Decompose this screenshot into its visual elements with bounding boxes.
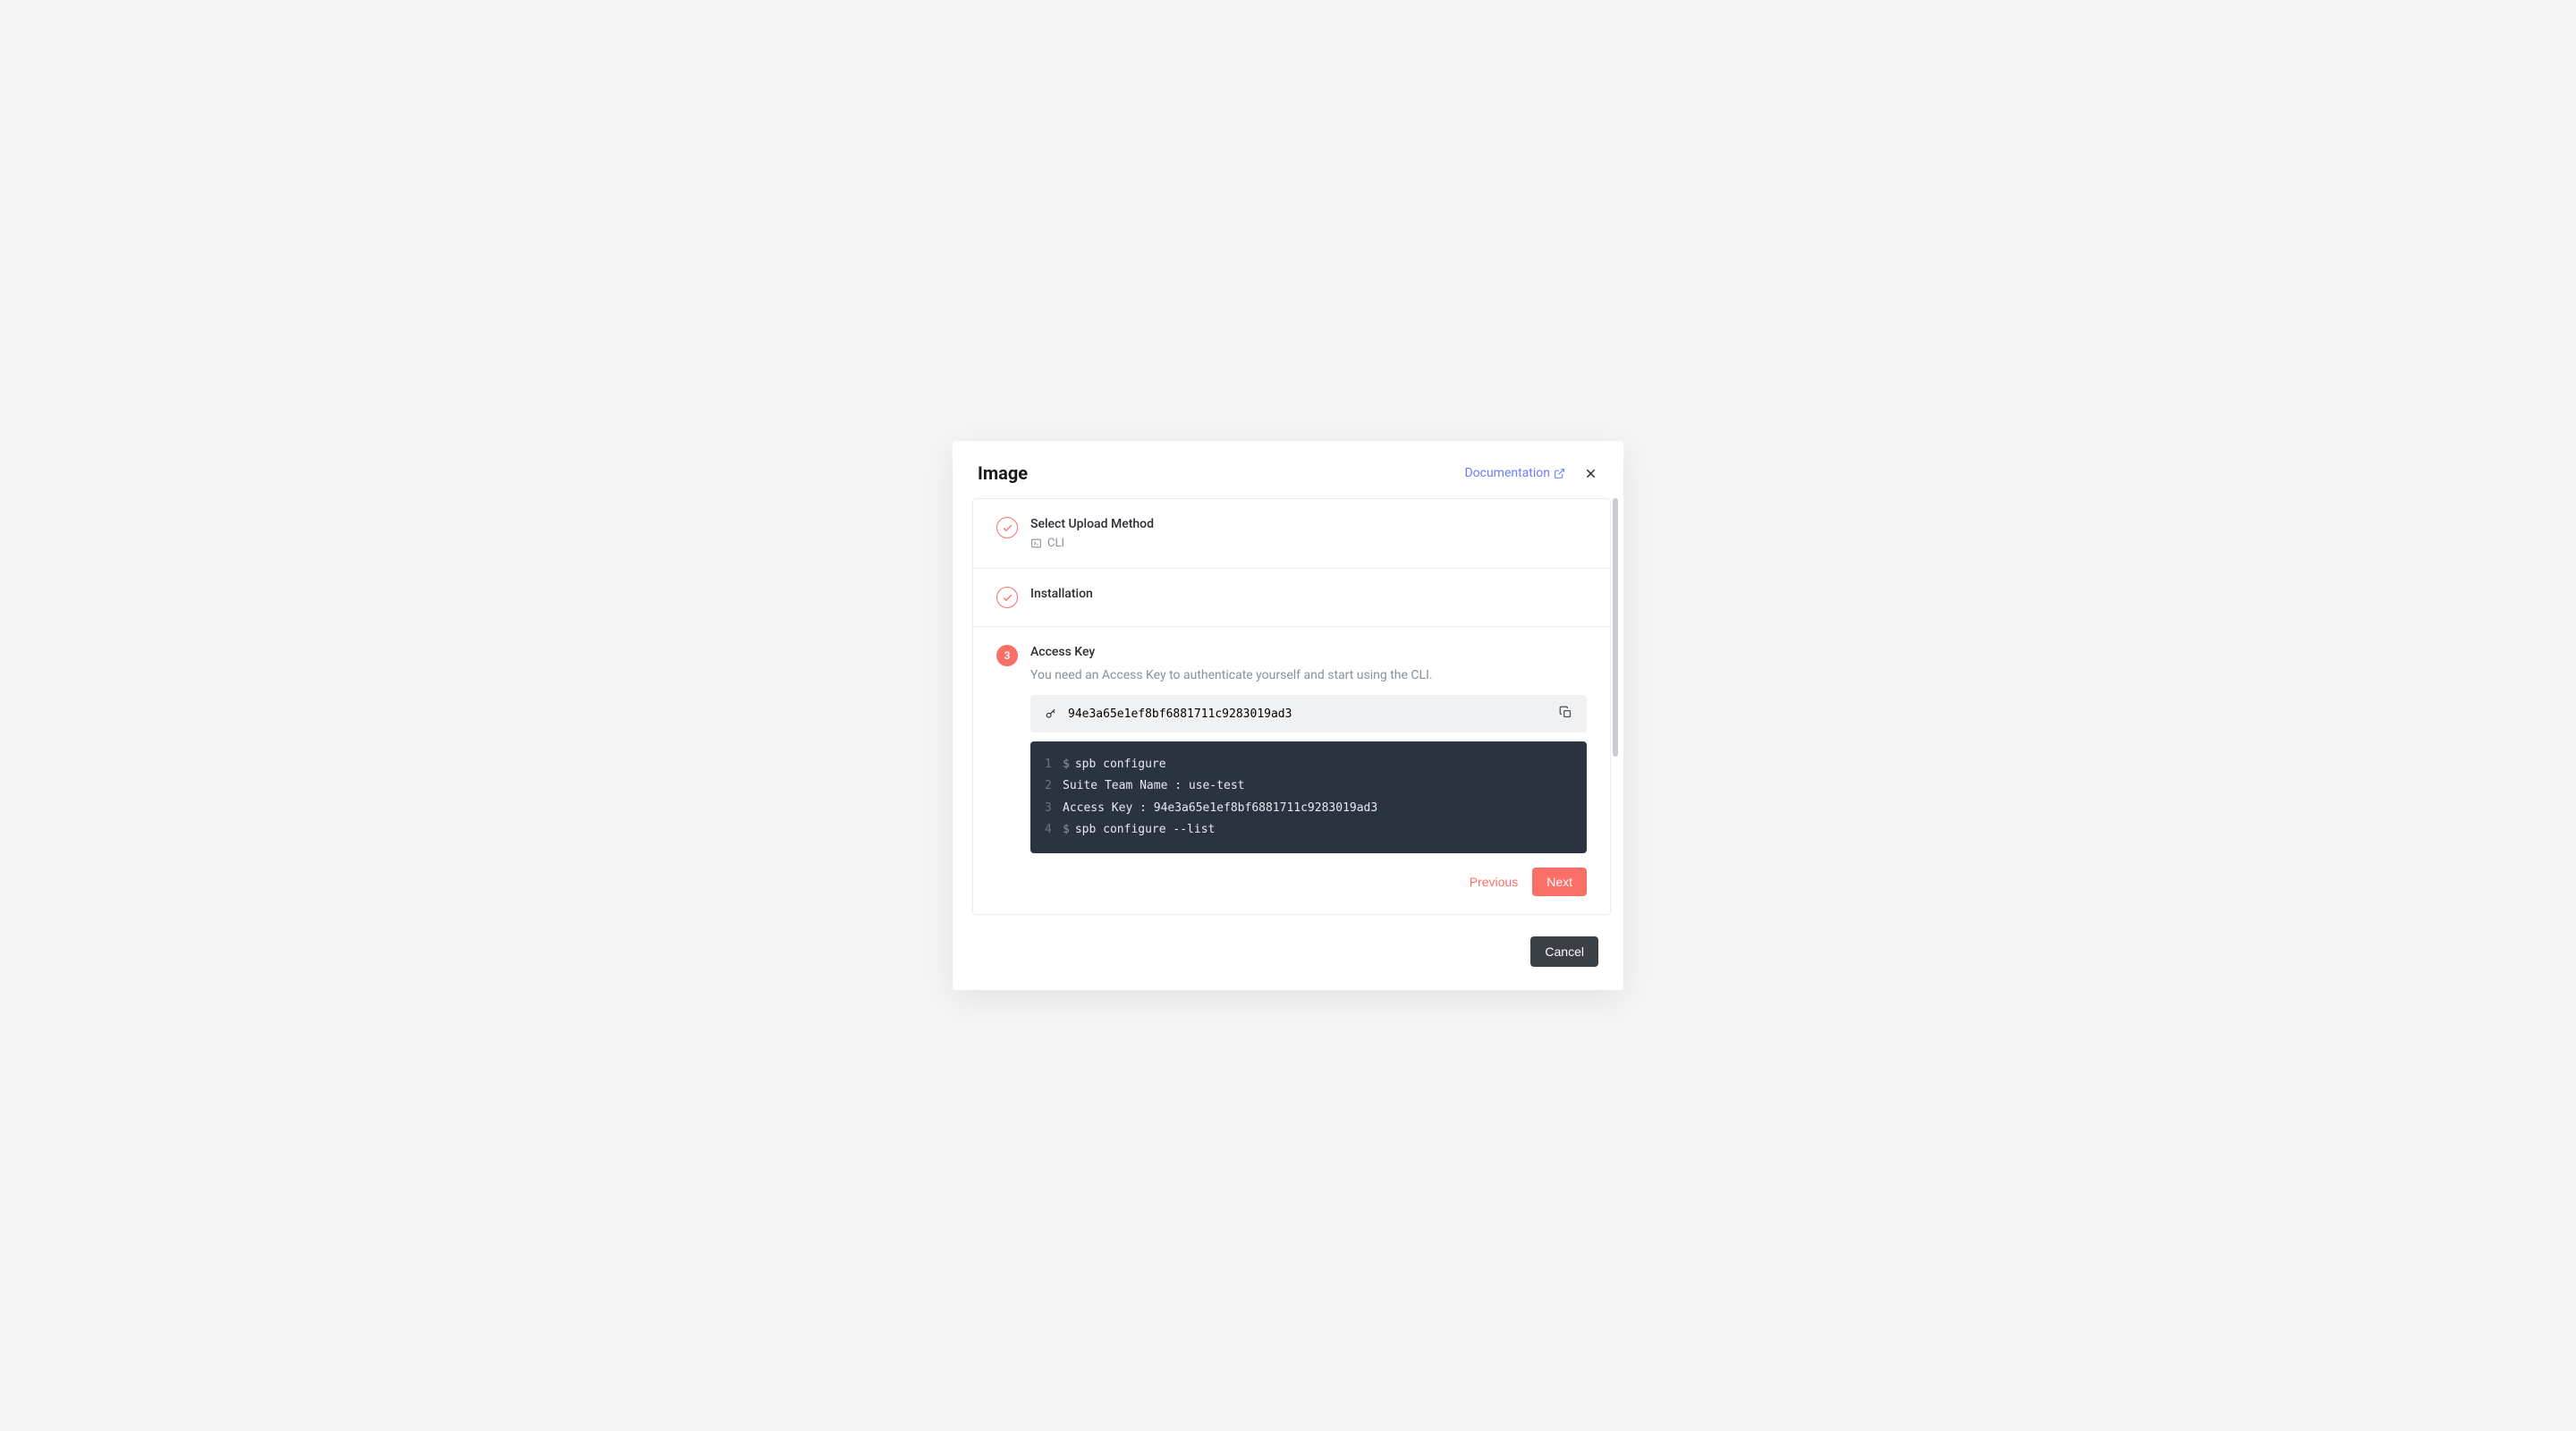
code-text: Suite Team Name : use-test xyxy=(1063,775,1245,797)
step-header: 3 Access Key You need an Access Key to a… xyxy=(996,645,1587,895)
external-link-icon xyxy=(1554,468,1565,479)
code-line: 1 $ spb configure xyxy=(1045,754,1572,775)
image-modal: Image Documentation Select Upload Method xyxy=(953,441,1623,989)
code-text: spb configure xyxy=(1075,754,1166,775)
modal-title: Image xyxy=(978,462,1028,484)
next-button[interactable]: Next xyxy=(1532,868,1587,896)
step-title: Select Upload Method xyxy=(1030,517,1154,531)
step-description: You need an Access Key to authenticate y… xyxy=(1030,668,1587,682)
step-badge-active: 3 xyxy=(996,645,1018,666)
step-subtitle-text: CLI xyxy=(1047,537,1064,550)
header-actions: Documentation xyxy=(1464,466,1598,481)
step-subtitle: CLI xyxy=(1030,537,1154,550)
check-icon xyxy=(1002,522,1013,534)
step-title: Access Key xyxy=(1030,645,1587,659)
modal-footer: Cancel xyxy=(953,915,1623,990)
step-number: 3 xyxy=(1004,649,1011,662)
code-text: spb configure --list xyxy=(1075,819,1216,841)
step-title: Installation xyxy=(1030,587,1093,601)
step-access-key: 3 Access Key You need an Access Key to a… xyxy=(973,627,1610,913)
step-installation[interactable]: Installation xyxy=(973,569,1610,627)
copy-icon xyxy=(1559,706,1572,719)
line-number: 4 xyxy=(1045,819,1063,841)
step-text: Installation xyxy=(1030,587,1093,601)
step-actions: Previous Next xyxy=(1030,868,1587,896)
check-icon xyxy=(1002,592,1013,604)
code-line: 2 Suite Team Name : use-test xyxy=(1045,775,1572,797)
code-line: 3 Access Key : 94e3a65e1ef8bf6881711c928… xyxy=(1045,798,1572,819)
copy-key-button[interactable] xyxy=(1559,706,1572,722)
cancel-button[interactable]: Cancel xyxy=(1530,936,1598,967)
access-key-left: 94e3a65e1ef8bf6881711c9283019ad3 xyxy=(1045,707,1292,721)
line-number: 2 xyxy=(1045,775,1063,797)
code-block: 1 $ spb configure 2 Suite Team Name : us… xyxy=(1030,741,1587,852)
scrollbar[interactable] xyxy=(1613,498,1618,756)
step-badge-done xyxy=(996,517,1018,538)
close-icon xyxy=(1583,466,1598,481)
code-line: 4 $ spb configure --list xyxy=(1045,819,1572,841)
step-text: Select Upload Method CLI xyxy=(1030,517,1154,550)
line-number: 1 xyxy=(1045,754,1063,775)
documentation-link[interactable]: Documentation xyxy=(1464,466,1565,480)
step-body: Access Key You need an Access Key to aut… xyxy=(1030,645,1587,895)
line-number: 3 xyxy=(1045,798,1063,819)
code-text: Access Key : 94e3a65e1ef8bf6881711c92830… xyxy=(1063,798,1377,819)
prompt-symbol: $ xyxy=(1063,754,1070,775)
step-badge-done xyxy=(996,587,1018,608)
access-key-value: 94e3a65e1ef8bf6881711c9283019ad3 xyxy=(1068,707,1292,721)
steps-container: Select Upload Method CLI Installatio xyxy=(972,498,1611,914)
prompt-symbol: $ xyxy=(1063,819,1070,841)
close-button[interactable] xyxy=(1583,466,1598,481)
step-upload-method[interactable]: Select Upload Method CLI xyxy=(973,499,1610,569)
previous-button[interactable]: Previous xyxy=(1470,875,1518,889)
modal-header: Image Documentation xyxy=(953,441,1623,498)
steps-scroll-area: Select Upload Method CLI Installatio xyxy=(953,498,1623,914)
documentation-link-label: Documentation xyxy=(1464,466,1550,480)
step-header: Select Upload Method CLI xyxy=(996,517,1587,550)
step-header: Installation xyxy=(996,587,1587,608)
access-key-box: 94e3a65e1ef8bf6881711c9283019ad3 xyxy=(1030,695,1587,732)
terminal-icon xyxy=(1030,538,1042,549)
key-icon xyxy=(1045,707,1057,720)
